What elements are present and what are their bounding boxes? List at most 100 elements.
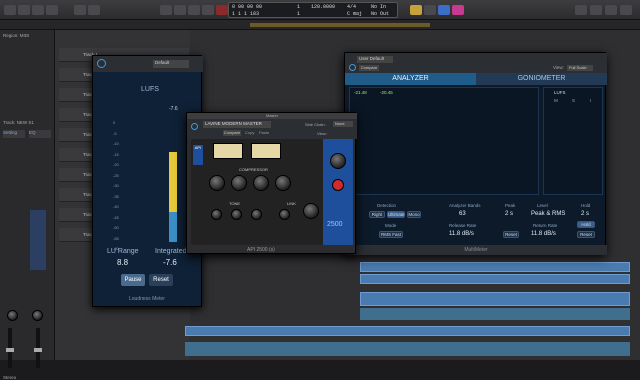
hold-button[interactable]: Hold [577, 221, 595, 228]
count-in-icon[interactable] [438, 5, 450, 15]
midi-region[interactable] [360, 292, 630, 306]
level-value[interactable]: Peak & RMS [531, 211, 565, 217]
vu-meter-left [213, 143, 243, 159]
audio-region[interactable] [185, 342, 630, 356]
reset-button[interactable]: Reset [577, 231, 595, 238]
output-knob[interactable] [330, 153, 346, 169]
preset-menu[interactable]: Default [153, 60, 189, 68]
release-label: Release Rate [449, 223, 477, 228]
pan-knob-right[interactable] [32, 310, 43, 321]
paste-button[interactable]: Paste [259, 130, 269, 135]
copy-button[interactable]: Copy [245, 130, 254, 135]
browser-icon[interactable] [620, 5, 632, 15]
peak-left-value: -21.48 [354, 90, 367, 95]
lcd-tempo: 120.0000 [311, 4, 336, 10]
tone-knee-knob[interactable] [211, 209, 222, 220]
peak-right-value: -20.45 [380, 90, 393, 95]
record-button[interactable] [216, 5, 228, 15]
inspector: Region: MIDI Track: NEW S1 Setting EQ St… [0, 30, 55, 380]
rewind-button[interactable] [160, 5, 172, 15]
audio-region[interactable] [360, 308, 630, 320]
compare-button[interactable]: Compare [359, 65, 379, 71]
forward-button[interactable] [174, 5, 186, 15]
cycle-region[interactable] [250, 23, 430, 27]
preset-menu[interactable]: LAVINE MODERN MASTER [203, 121, 271, 128]
loops-icon[interactable] [605, 5, 617, 15]
threshold-knob[interactable] [209, 175, 225, 191]
editor-icon[interactable] [88, 5, 100, 15]
lcd-bars: 1 1 1 183 [232, 11, 260, 17]
tone-thrust-knob[interactable] [231, 209, 242, 220]
pause-button[interactable]: Pause [121, 274, 145, 286]
lcd-small1: 1 [297, 4, 301, 10]
setting-button[interactable]: Setting [3, 130, 25, 138]
plugin-header: LAVINE MODERN MASTER Compare Copy Paste … [187, 119, 357, 139]
region-label[interactable]: Region: MIDI [3, 33, 29, 38]
tone-type-knob[interactable] [251, 209, 262, 220]
detection-ultimate-button[interactable]: Ultimate [387, 211, 405, 218]
compressor-label: COMPRESSOR [239, 167, 268, 172]
volume-fader-right[interactable] [34, 328, 42, 368]
col-m: M [554, 98, 558, 103]
view-menu[interactable]: Full Scale [567, 65, 593, 71]
list-editors-icon[interactable] [575, 5, 587, 15]
mixer-icon[interactable] [74, 5, 86, 15]
notes-icon[interactable] [590, 5, 602, 15]
side-chain-menu[interactable]: None [333, 121, 353, 127]
mode-menu[interactable]: RMS Fast [379, 231, 403, 238]
midi-region[interactable] [185, 326, 630, 336]
analyzer-bands-value[interactable]: 63 [459, 211, 466, 217]
vu-meter-right [251, 143, 281, 159]
ratio-knob[interactable] [253, 175, 269, 191]
plugin-slots[interactable] [30, 210, 46, 270]
volume-fader-left[interactable] [6, 328, 14, 368]
return-rate-value[interactable]: 11.8 dB/s [531, 231, 556, 237]
track-label[interactable]: Track: NEW S1 [3, 120, 34, 125]
detection-mono-button[interactable]: Mono [407, 211, 421, 218]
shape-knob[interactable] [303, 203, 319, 219]
tab-goniometer[interactable]: GONIOMETER [476, 73, 607, 85]
model-label: 2500 [327, 221, 343, 228]
scale-tick: -30 [113, 183, 119, 188]
peak-reset-button[interactable]: Reset [503, 231, 519, 238]
preset-menu[interactable]: User Default [357, 56, 393, 63]
compare-button[interactable]: Compare [223, 130, 241, 136]
pan-knob-left[interactable] [7, 310, 18, 321]
library-icon[interactable] [4, 5, 16, 15]
release-value[interactable]: 11.8 dB/s [449, 231, 474, 237]
link-knob[interactable] [279, 209, 290, 220]
inspector-icon[interactable] [18, 5, 30, 15]
reset-button[interactable]: Reset [149, 274, 173, 286]
side-chain-label: Side Chain: [305, 122, 326, 127]
tab-analyzer[interactable]: ANALYZER [345, 73, 476, 85]
detection-right-button[interactable]: Right [369, 211, 385, 218]
help-icon[interactable] [32, 5, 44, 15]
peak-hold-value[interactable]: 2 s [505, 211, 513, 217]
attack-knob[interactable] [231, 175, 247, 191]
hold-value[interactable]: 2 s [581, 211, 589, 217]
scale-tick: -15 [113, 151, 119, 157]
toolbar-icon[interactable] [46, 5, 58, 15]
scale-tick: -45 [113, 214, 119, 220]
eq-button[interactable]: EQ [29, 130, 51, 138]
play-button[interactable] [202, 5, 214, 15]
power-icon[interactable] [191, 123, 198, 130]
plugin-footer: API 2500 (s) [247, 247, 275, 253]
bypass-button[interactable] [332, 179, 344, 191]
return-rate-label: Return Rate [533, 223, 558, 228]
solo-icon[interactable] [424, 5, 436, 15]
metronome-icon[interactable] [452, 5, 464, 15]
col-s: S [572, 98, 576, 103]
midi-region[interactable] [360, 262, 630, 272]
power-icon[interactable] [349, 64, 356, 71]
tuner-icon[interactable] [410, 5, 422, 15]
scale-tick: -25 [113, 172, 119, 178]
stop-button[interactable] [188, 5, 200, 15]
lcd-signature: 4/4 [347, 4, 357, 10]
power-icon[interactable] [97, 59, 106, 68]
level-label: Level [537, 203, 548, 208]
mode-label: Mode [385, 223, 397, 228]
midi-region[interactable] [360, 274, 630, 284]
lcd-display[interactable]: 0 00 00 00 1 1 1 183 1 1 120.0000 4/4 C … [228, 2, 398, 18]
release-knob[interactable] [275, 175, 291, 191]
